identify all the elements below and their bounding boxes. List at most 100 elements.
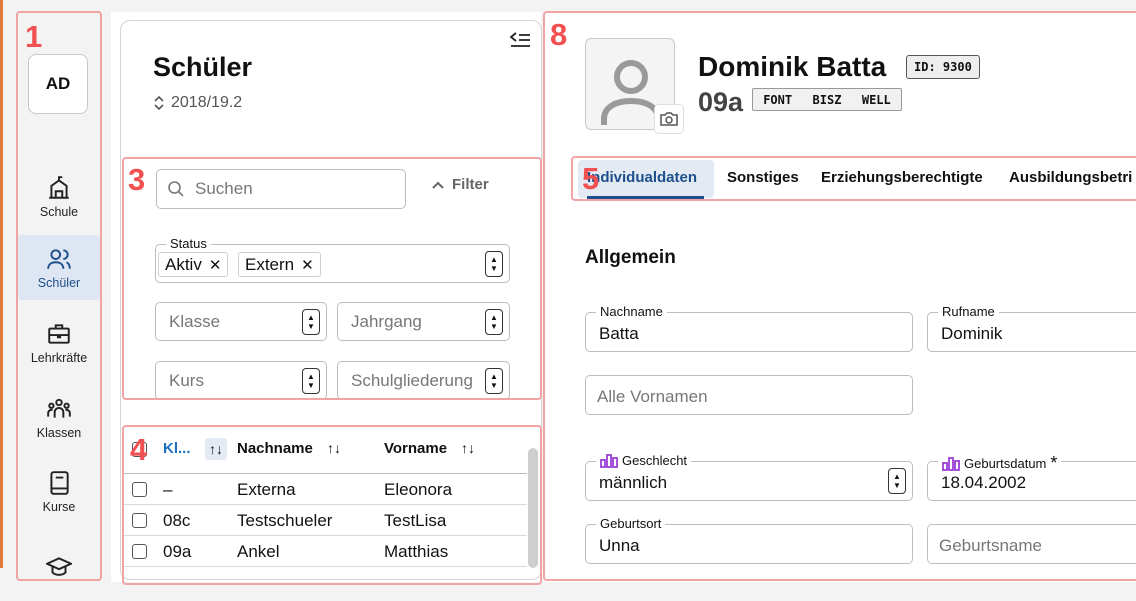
nav-label: Lehrkräfte xyxy=(30,351,88,365)
nav-item-schule[interactable]: Schule xyxy=(18,165,100,229)
cell-klasse: 09a xyxy=(163,542,192,561)
status-multiselect[interactable]: Status Aktiv ✕ Extern ✕ ▲ ▼ xyxy=(155,236,510,283)
geschlecht-value: männlich xyxy=(599,473,668,492)
nav-item-schueler[interactable]: Schüler xyxy=(18,235,100,300)
student-name: Dominik Batta xyxy=(698,51,887,82)
table-row[interactable]: 08c Testschueler TestLisa xyxy=(122,506,527,536)
nav-label: Schüler xyxy=(37,275,81,290)
app-navigation: AD Schule Schüler Lehrkräfte Klassen Kur… xyxy=(18,12,101,582)
status-chip-aktiv[interactable]: Aktiv ✕ xyxy=(158,252,229,277)
table-row[interactable]: 09a Ankel Matthias xyxy=(122,537,527,567)
nav-item-kurse[interactable]: Kurse xyxy=(18,460,100,524)
rufname-field[interactable]: Rufname Dominik xyxy=(927,304,1136,352)
geburtsname-field[interactable]: Geburtsname xyxy=(927,524,1136,564)
tab-sonstiges[interactable]: Sonstiges xyxy=(727,169,799,186)
nav-item-lehrkraefte[interactable]: Lehrkräfte xyxy=(18,311,100,375)
tab-ausbildungsbetriebe[interactable]: Ausbildungsbetri xyxy=(1009,169,1132,186)
id-badge: ID: 9300 xyxy=(906,55,980,79)
schoolyear-selector[interactable]: 2018/19.2 xyxy=(153,94,242,112)
remove-chip-icon[interactable]: ✕ xyxy=(301,256,314,274)
geburtsort-field[interactable]: Geburtsort Unna xyxy=(585,516,913,564)
geburtsort-value: Unna xyxy=(599,536,640,555)
remove-chip-icon[interactable]: ✕ xyxy=(209,256,222,274)
tag-badge: WELL xyxy=(861,92,891,107)
nav-label: Klassen xyxy=(36,426,82,440)
tag-badge: FONT xyxy=(763,92,793,107)
annotation-number: 1 xyxy=(25,19,43,54)
camera-icon[interactable] xyxy=(654,104,684,134)
schulgliederung-placeholder: Schulgliederung xyxy=(351,370,473,390)
briefcase-icon xyxy=(48,324,70,344)
select-arrows-icon[interactable]: ▲ ▼ xyxy=(302,308,320,335)
row-checkbox[interactable] xyxy=(132,513,147,528)
nav-item-klassen[interactable]: Klassen xyxy=(18,386,100,450)
collapse-list-icon[interactable] xyxy=(509,32,531,50)
nachname-value: Batta xyxy=(599,324,639,343)
select-arrows-icon[interactable]: ▲ ▼ xyxy=(302,367,320,394)
status-chip-extern[interactable]: Extern ✕ xyxy=(238,252,321,277)
cell-vorname: Matthias xyxy=(384,542,449,561)
nav-label: Schule xyxy=(39,205,79,219)
book-icon xyxy=(50,471,69,495)
rufname-label: Rufname xyxy=(938,304,999,319)
group-icon xyxy=(47,398,71,418)
student-class: 09a xyxy=(698,87,744,117)
filter-toggle-button[interactable]: Filter xyxy=(432,176,489,193)
geburtsort-label: Geburtsort xyxy=(596,516,666,531)
schulgliederung-select[interactable]: Schulgliederung ▲ ▼ xyxy=(337,361,510,400)
geburtsdatum-value: 18.04.2002 xyxy=(941,473,1027,492)
statistics-icon xyxy=(600,453,618,468)
nachname-label: Nachname xyxy=(596,304,667,319)
geschlecht-label: Geschlecht xyxy=(622,453,688,468)
search-input[interactable] xyxy=(193,178,387,200)
sort-icon[interactable]: ↑↓ xyxy=(461,440,475,456)
nachname-field[interactable]: Nachname Batta xyxy=(585,304,913,352)
search-icon xyxy=(168,181,184,197)
table-row[interactable]: – Externa Eleonora xyxy=(122,475,527,505)
select-arrows-icon[interactable]: ▲ ▼ xyxy=(888,468,906,494)
klasse-placeholder: Klasse xyxy=(169,311,221,331)
alle-vornamen-field[interactable]: Alle Vornamen xyxy=(585,375,913,415)
geschlecht-select[interactable]: Geschlecht männlich ▲ ▼ xyxy=(585,453,913,501)
tag-badges: FONT BISZ WELL xyxy=(752,88,902,111)
cell-vorname: TestLisa xyxy=(384,511,447,530)
statistics-icon xyxy=(942,456,960,471)
select-arrows-icon[interactable]: ▲ ▼ xyxy=(485,308,503,335)
page-title: Schüler xyxy=(153,52,253,82)
geburtsdatum-label-wrap: Geburtsdatum * xyxy=(938,453,1062,474)
sort-icon[interactable]: ↑↓ xyxy=(327,440,341,456)
header-divider xyxy=(122,473,527,474)
annotation-number: 4 xyxy=(130,432,148,467)
jahrgang-select[interactable]: Jahrgang ▲ ▼ xyxy=(337,302,510,341)
filter-label: Filter xyxy=(452,176,489,193)
select-arrows-icon[interactable]: ▲ ▼ xyxy=(485,250,503,277)
kurs-select[interactable]: Kurs ▲ ▼ xyxy=(155,361,327,400)
row-checkbox[interactable] xyxy=(132,544,147,559)
user-avatar[interactable]: AD xyxy=(28,54,88,114)
jahrgang-placeholder: Jahrgang xyxy=(351,311,422,331)
klasse-select[interactable]: Klasse ▲ ▼ xyxy=(155,302,327,341)
tab-individualdaten[interactable]: Individualdaten xyxy=(587,169,697,186)
nav-item-more[interactable] xyxy=(18,537,100,601)
column-header-klasse[interactable]: Kl... xyxy=(163,440,191,457)
column-header-vorname[interactable]: Vorname xyxy=(384,440,447,457)
kurs-placeholder: Kurs xyxy=(169,370,204,390)
list-scrollbar[interactable] xyxy=(528,448,538,568)
annotation-number: 8 xyxy=(550,17,568,52)
students-icon xyxy=(47,248,71,269)
geburtsdatum-field[interactable]: Geburtsdatum * 18.04.2002 xyxy=(927,453,1136,501)
sort-icon-active[interactable]: ↑↓ xyxy=(205,438,227,460)
cell-klasse: – xyxy=(163,480,173,499)
alle-vornamen-placeholder: Alle Vornamen xyxy=(597,387,708,406)
row-checkbox[interactable] xyxy=(132,482,147,497)
schoolyear-label: 2018/19.2 xyxy=(171,94,243,111)
cell-nachname: Testschueler xyxy=(237,511,333,530)
cell-vorname: Eleonora xyxy=(384,480,453,499)
tag-badge: BISZ xyxy=(812,92,842,107)
column-header-nachname[interactable]: Nachname xyxy=(237,440,313,457)
cell-nachname: Externa xyxy=(237,480,296,499)
geburtsdatum-label: Geburtsdatum xyxy=(964,456,1047,471)
select-arrows-icon[interactable]: ▲ ▼ xyxy=(485,367,503,394)
search-field[interactable] xyxy=(156,169,406,209)
tab-erziehungsberechtigte[interactable]: Erziehungsberechtigte xyxy=(821,169,983,186)
